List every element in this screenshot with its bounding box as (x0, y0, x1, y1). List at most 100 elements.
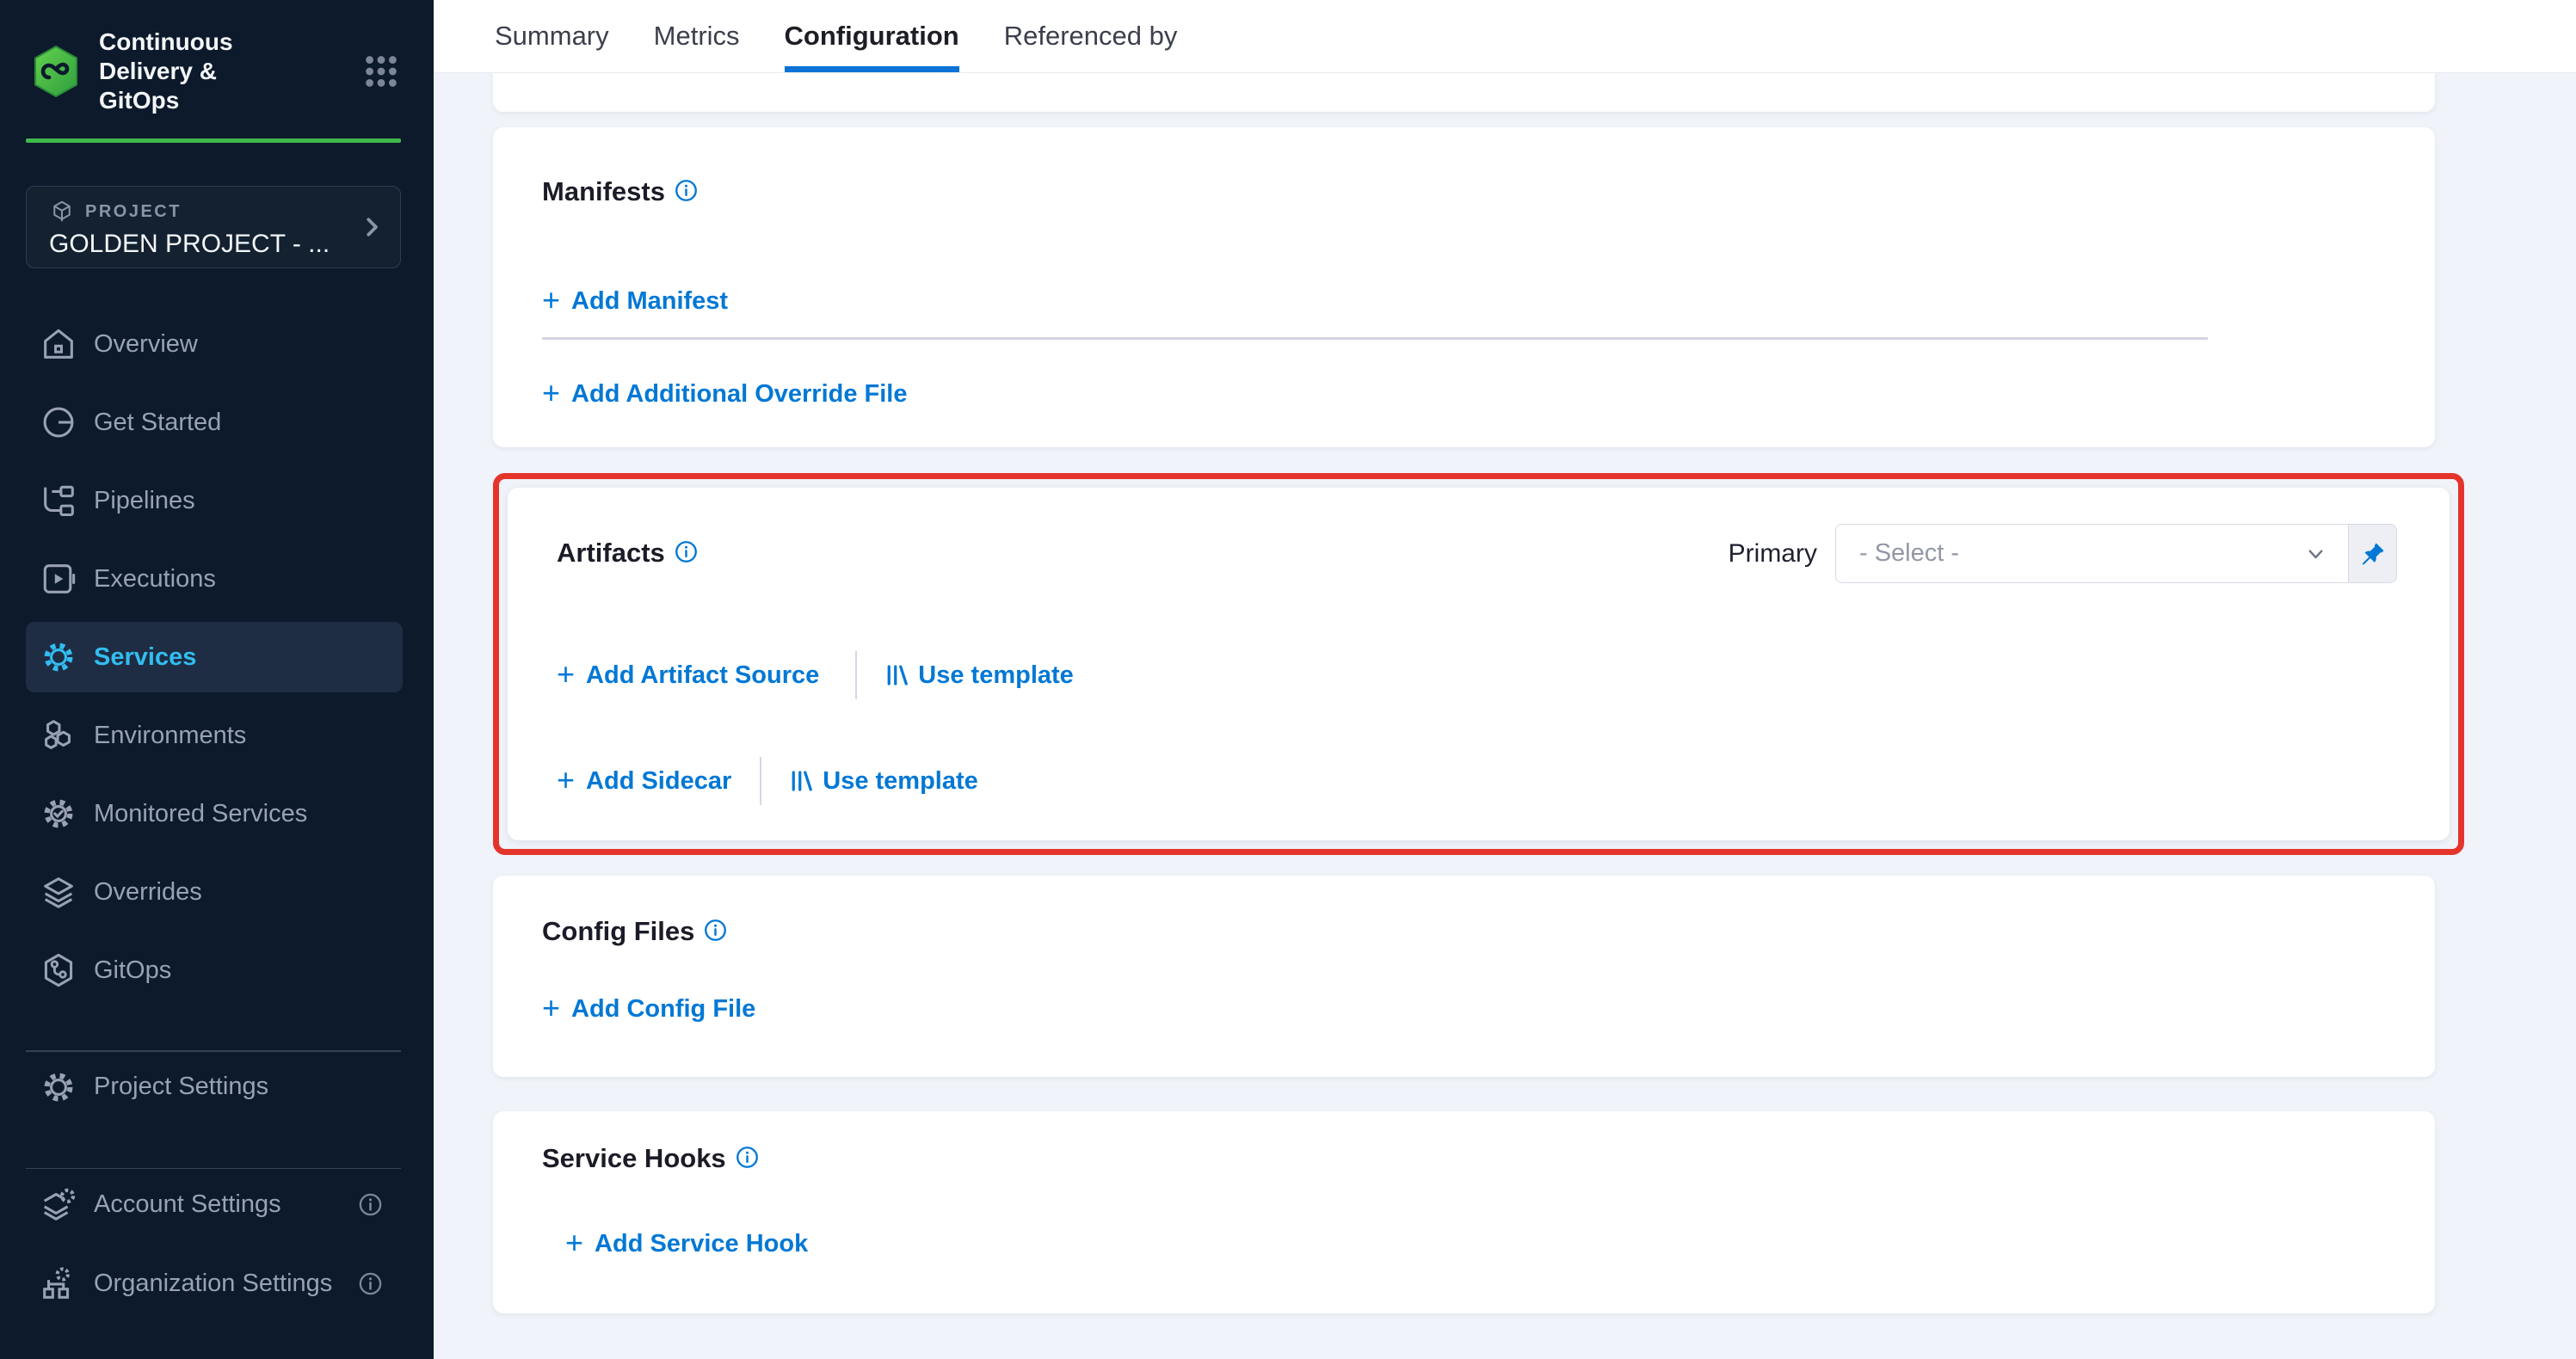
service-hooks-heading: Service Hooks (542, 1143, 759, 1174)
sidebar-item-label: Environments (94, 722, 246, 750)
sidebar-item-label: Monitored Services (94, 800, 307, 828)
tab-summary[interactable]: Summary (495, 0, 609, 72)
tab-configuration[interactable]: Configuration (785, 0, 959, 72)
sidebar-item-services[interactable]: Services (26, 622, 403, 692)
brand-green-rule (26, 138, 401, 143)
primary-select-group: - Select - (1835, 524, 2397, 583)
sidebar-item-project-settings[interactable]: Project Settings (26, 1052, 403, 1122)
use-template-label: Use template (918, 661, 1074, 690)
chevron-right-icon (359, 214, 385, 240)
sidebar-nav: Overview Get Started Pipelines (26, 309, 403, 1005)
organization-settings-icon (39, 1264, 78, 1303)
tab-metrics[interactable]: Metrics (654, 0, 740, 72)
artifact-source-row: + Add Artifact Source Use template (557, 656, 1074, 694)
add-additional-override-file-button[interactable]: + Add Additional Override File (542, 380, 908, 409)
sidebar-item-label: Services (94, 643, 196, 672)
tab-referenced-by[interactable]: Referenced by (1004, 0, 1178, 72)
monitored-services-icon (39, 794, 78, 833)
module-grid-icon[interactable] (361, 52, 401, 91)
project-selector-header: PROJECT (49, 199, 383, 224)
plus-icon: + (542, 378, 560, 409)
pipelines-icon (39, 481, 78, 520)
sidebar-item-get-started[interactable]: Get Started (26, 387, 403, 458)
sidebar-item-label: GitOps (94, 956, 171, 985)
vertical-divider (855, 651, 857, 699)
sidebar-item-label: Executions (94, 565, 216, 593)
plus-icon: + (557, 765, 575, 796)
sidebar-item-account-settings[interactable]: Account Settings (26, 1169, 403, 1239)
manifests-title: Manifests (542, 176, 665, 207)
harness-logo-icon (32, 45, 80, 98)
add-override-row: + Add Additional Override File (542, 375, 908, 413)
service-hooks-title: Service Hooks (542, 1143, 726, 1174)
sidebar-item-label: Pipelines (94, 487, 195, 515)
primary-artifact-group: Primary - Select - (1729, 524, 2397, 583)
pin-icon (2359, 540, 2387, 568)
artifacts-section: Artifacts Primary - Select - (508, 488, 2450, 840)
primary-select-value: - Select - (1859, 539, 2304, 568)
pin-primary-button[interactable] (2348, 525, 2396, 582)
sidebar-item-overrides[interactable]: Overrides (26, 857, 403, 927)
configuration-content: Manifests + Add Manifest (434, 73, 2576, 1359)
vertical-divider (760, 757, 761, 805)
project-selector[interactable]: PROJECT GOLDEN PROJECT - ... (26, 186, 401, 268)
plus-icon: + (542, 993, 560, 1024)
project-name: GOLDEN PROJECT - ... (49, 230, 383, 259)
tab-bar: Summary Metrics Configuration Referenced… (434, 0, 2576, 73)
sidebar-item-organization-settings[interactable]: Organization Settings (26, 1248, 403, 1319)
use-template-sidecar-button[interactable]: Use template (788, 767, 978, 796)
primary-artifact-select[interactable]: - Select - (1836, 525, 2348, 582)
add-config-file-button[interactable]: + Add Config File (542, 995, 755, 1024)
add-service-hook-button[interactable]: + Add Service Hook (565, 1230, 808, 1258)
template-library-icon (884, 662, 909, 688)
sidebar-item-gitops[interactable]: GitOps (26, 935, 403, 1005)
sidebar-item-executions[interactable]: Executions (26, 544, 403, 614)
add-manifest-button[interactable]: + Add Manifest (542, 287, 728, 316)
sidebar-item-label: Account Settings (94, 1190, 281, 1219)
info-icon[interactable] (675, 540, 698, 563)
use-template-artifact-button[interactable]: Use template (884, 661, 1074, 690)
sidebar-item-label: Project Settings (94, 1073, 268, 1101)
home-icon (39, 324, 78, 364)
executions-icon (39, 559, 78, 599)
add-sidecar-button[interactable]: + Add Sidecar (557, 767, 731, 796)
use-template-label: Use template (823, 767, 978, 796)
get-started-icon (39, 403, 78, 442)
app-title: Continuous Delivery & GitOps (99, 28, 288, 115)
app-window: Continuous Delivery & GitOps PROJECT GOL… (0, 0, 2576, 1359)
environments-icon (39, 716, 78, 755)
service-hooks-section: Service Hooks + Add Service Hook (493, 1111, 2435, 1313)
add-manifest-label: Add Manifest (571, 287, 728, 316)
previous-section-card-edge (493, 73, 2435, 112)
sidebar-item-monitored-services[interactable]: Monitored Services (26, 778, 403, 849)
cube-icon (49, 199, 75, 224)
artifacts-heading: Artifacts (557, 538, 698, 569)
add-artifact-source-button[interactable]: + Add Artifact Source (557, 661, 819, 690)
config-files-title: Config Files (542, 916, 694, 947)
info-icon[interactable] (736, 1146, 759, 1169)
sidebar-item-environments[interactable]: Environments (26, 700, 403, 771)
sidebar-item-overview[interactable]: Overview (26, 309, 403, 379)
sidebar-item-label: Overrides (94, 878, 202, 907)
info-icon[interactable] (675, 179, 698, 202)
info-icon[interactable] (357, 1270, 384, 1297)
main-panel: Summary Metrics Configuration Referenced… (434, 0, 2576, 1359)
project-settings-gear-icon (39, 1067, 78, 1107)
plus-icon: + (565, 1227, 583, 1258)
template-library-icon (788, 768, 814, 794)
add-manifest-row: + Add Manifest (542, 282, 728, 320)
primary-label: Primary (1729, 539, 1817, 569)
gitops-icon (39, 950, 78, 990)
add-override-label: Add Additional Override File (571, 380, 907, 409)
sidebar-item-pipelines[interactable]: Pipelines (26, 465, 403, 536)
add-service-hook-label: Add Service Hook (595, 1230, 808, 1258)
sidebar-header: Continuous Delivery & GitOps (32, 28, 401, 115)
add-config-file-label: Add Config File (571, 995, 755, 1024)
sidecar-row: + Add Sidecar Use template (557, 762, 978, 800)
config-files-section: Config Files + Add Config File (493, 876, 2435, 1077)
info-icon[interactable] (357, 1191, 384, 1218)
manifests-divider (542, 337, 2208, 340)
overrides-layers-icon (39, 872, 78, 912)
plus-icon: + (557, 659, 575, 690)
info-icon[interactable] (704, 919, 727, 942)
